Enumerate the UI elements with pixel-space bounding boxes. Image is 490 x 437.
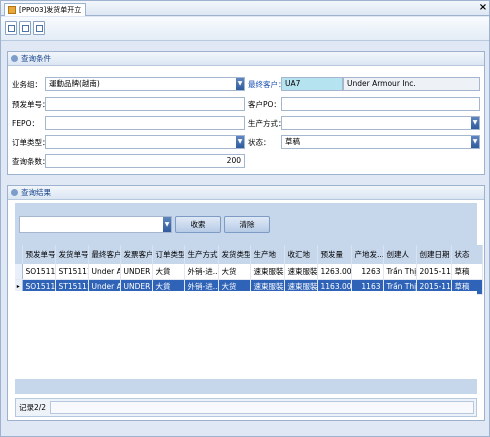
- final-customer-label: 最终客户：: [248, 80, 286, 89]
- close-icon[interactable]: ×: [478, 2, 488, 14]
- order-type-label: 订单类型：: [12, 138, 50, 147]
- query-panel-header[interactable]: 查询条件: [8, 52, 484, 66]
- production-mode-select[interactable]: ▼: [281, 116, 480, 130]
- final-customer-name: Under Armour Inc.: [343, 77, 480, 91]
- column-header[interactable]: 产地发...: [351, 245, 384, 264]
- fepo-label: FEPO：: [12, 119, 39, 128]
- table-cell[interactable]: 大貨: [152, 264, 185, 280]
- query-count-input[interactable]: 200: [45, 154, 245, 168]
- table-cell[interactable]: 速東服裝...: [250, 264, 285, 280]
- column-header[interactable]: 创建人: [383, 245, 417, 264]
- table-header-row: 预发单号 发货单号 最终客户 发票客户 订单类型 生产方式 发货类型 生产地 收汇地 预发量 产地发…: [15, 245, 483, 264]
- business-group-label: 业务组：: [12, 80, 42, 89]
- status-label: 状态：: [248, 138, 271, 147]
- status-bar: 记录2/2: [15, 398, 477, 417]
- order-type-select[interactable]: ▼: [45, 135, 245, 149]
- table-cell[interactable]: Under Ar...: [88, 264, 121, 280]
- column-header[interactable]: 预发单号: [22, 245, 56, 264]
- clear-button[interactable]: 清除: [224, 216, 270, 233]
- table-cell[interactable]: ST15111...: [55, 264, 89, 280]
- fepo-input[interactable]: [45, 116, 245, 130]
- table-cell[interactable]: 1263.000...: [317, 264, 352, 280]
- results-table: 预发单号 发货单号 最终客户 发票客户 订单类型 生产方式 发货类型 生产地 收汇地 预发量 产地发…: [15, 245, 483, 295]
- table-cell[interactable]: UNDER A...: [120, 264, 153, 280]
- query-count-label: 查询条数：: [12, 157, 50, 166]
- collapse-icon[interactable]: [11, 189, 18, 196]
- table-cell[interactable]: Trần Thị ...: [383, 264, 417, 280]
- table-cell[interactable]: 大货: [218, 264, 251, 280]
- search-bar: ▼ 收索 清除: [15, 203, 477, 245]
- record-count: 记录2/2: [19, 403, 47, 412]
- search-input[interactable]: ▼: [19, 216, 172, 233]
- search-button[interactable]: 收索: [175, 216, 221, 233]
- column-header[interactable]: 最终客户: [88, 245, 121, 264]
- tab-bar: [PP003]发货单开立 ×: [1, 1, 489, 16]
- table-cell[interactable]: 1263: [351, 264, 384, 280]
- new-document-icon[interactable]: [19, 21, 31, 35]
- results-panel-header[interactable]: 查询结果: [8, 186, 484, 200]
- row-indicator-header: [15, 245, 23, 264]
- business-group-select[interactable]: 運動品牌(越南) ▼: [45, 77, 245, 91]
- chevron-down-icon[interactable]: ▼: [236, 136, 244, 148]
- results-panel: 查询结果 ▼ 收索 清除 预发单号 发货单号 最终客户 发票客户 订单类型 生产方式 发货类…: [7, 185, 485, 421]
- column-header[interactable]: 状态: [451, 245, 483, 264]
- edit-document-icon[interactable]: [33, 21, 45, 35]
- chevron-down-icon[interactable]: ▼: [236, 78, 244, 90]
- column-header[interactable]: 收汇地: [284, 245, 318, 264]
- column-header[interactable]: 订单类型: [152, 245, 185, 264]
- final-customer-code[interactable]: UA7: [281, 77, 343, 91]
- chevron-down-icon[interactable]: ▼: [471, 117, 479, 129]
- column-header[interactable]: 生产方式: [184, 245, 219, 264]
- table-cell[interactable]: SO15111...: [22, 264, 56, 280]
- navigator-bar[interactable]: [50, 401, 474, 414]
- column-header[interactable]: 发票客户: [120, 245, 153, 264]
- presend-no-input[interactable]: [45, 97, 245, 111]
- table-cell[interactable]: 2015-11...: [416, 264, 452, 280]
- query-panel: 查询条件 业务组： 運動品牌(越南) ▼ 最终客户： UA7 Under Arm…: [7, 51, 485, 175]
- collapse-icon[interactable]: [11, 55, 18, 62]
- presend-no-label: 预发单号：: [12, 100, 50, 109]
- status-select[interactable]: 草稿 ▼: [281, 135, 480, 149]
- production-mode-label: 生产方式：: [248, 119, 286, 128]
- grid-footer: [15, 379, 477, 394]
- tab-document[interactable]: [PP003]发货单开立: [4, 3, 87, 16]
- grid-empty-area: [15, 291, 477, 379]
- column-header[interactable]: 预发量: [317, 245, 352, 264]
- row-indicator[interactable]: [15, 264, 23, 280]
- customer-po-input[interactable]: [281, 97, 480, 111]
- document-icon: [8, 6, 16, 14]
- chevron-down-icon[interactable]: ▼: [163, 217, 171, 232]
- table-cell[interactable]: 速東服裝...: [284, 264, 318, 280]
- chevron-down-icon[interactable]: ▼: [471, 136, 479, 148]
- window: [PP003]发货单开立 × 查询条件 业务组： 運動品牌(越南) ▼ 最终客户…: [0, 0, 490, 437]
- tab-title: [PP003]发货单开立: [19, 6, 82, 14]
- column-header[interactable]: 创建日期: [416, 245, 452, 264]
- column-header[interactable]: 发货类型: [218, 245, 251, 264]
- customer-po-label: 客户PO：: [248, 100, 281, 109]
- column-header[interactable]: 发货单号: [55, 245, 89, 264]
- column-header[interactable]: 生产地: [250, 245, 285, 264]
- table-cell[interactable]: 草稿: [451, 264, 483, 280]
- table-cell[interactable]: 外销-进...: [184, 264, 219, 280]
- toolbar: [1, 17, 489, 41]
- save-icon[interactable]: [5, 21, 17, 35]
- table-row[interactable]: SO15111...ST15111...Under Ar...UNDER A..…: [15, 264, 483, 280]
